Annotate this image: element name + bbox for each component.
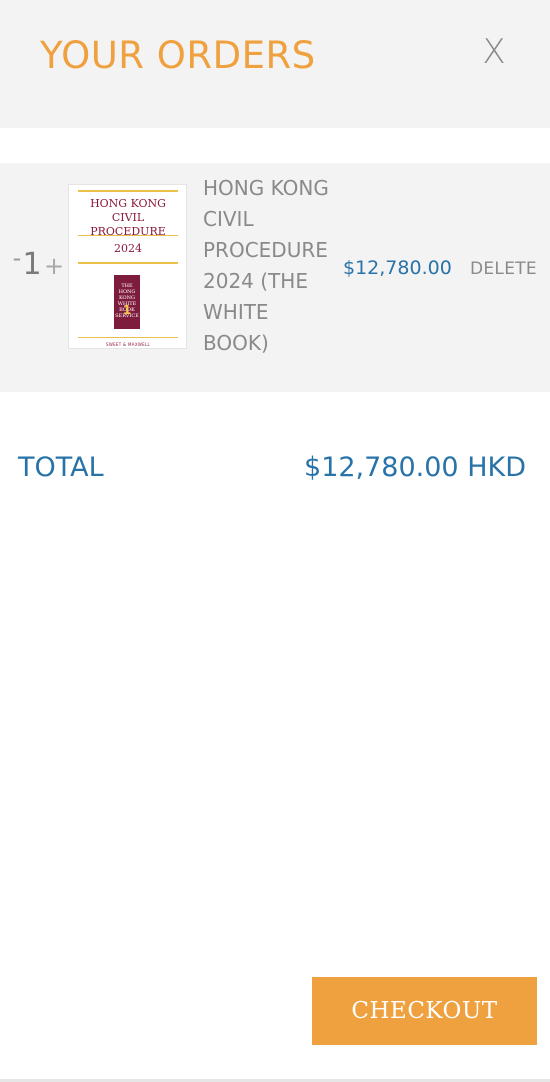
page-title: YOUR ORDERS (40, 34, 316, 77)
quantity-value: 1 (22, 247, 42, 282)
close-icon[interactable]: X (476, 30, 512, 74)
product-price: $12,780.00 (343, 257, 452, 279)
cover-book-number: 1 (122, 303, 132, 317)
cover-book-image: THE HONG KONG WHITE BOOK SERVICE 1 (114, 275, 140, 329)
cover-year: 2024 (114, 242, 142, 255)
product-thumbnail[interactable]: HONG KONG CIVIL PROCEDURE 2024 THE HONG … (68, 184, 187, 349)
cover-mid-rule (78, 262, 178, 264)
cover-top-rule (78, 190, 178, 192)
total-label: TOTAL (18, 452, 104, 483)
orders-header: YOUR ORDERS X (0, 0, 550, 128)
cover-publisher: SWEET & MAXWELL (105, 342, 151, 347)
order-item-row: - 1 + HONG KONG CIVIL PROCEDURE 2024 THE… (0, 163, 550, 392)
product-name[interactable]: HONG KONG CIVIL PROCEDURE 2024 (THE WHIT… (203, 173, 333, 359)
cover-rule (78, 235, 178, 236)
checkout-button[interactable]: CHECKOUT (312, 977, 537, 1045)
delete-button[interactable]: DELETE (470, 259, 537, 279)
cover-bottom-rule (78, 337, 178, 338)
quantity-increase-button[interactable]: + (44, 251, 64, 281)
cover-title: HONG KONG CIVIL PROCEDURE (90, 197, 166, 238)
total-value: $12,780.00 HKD (304, 452, 526, 483)
